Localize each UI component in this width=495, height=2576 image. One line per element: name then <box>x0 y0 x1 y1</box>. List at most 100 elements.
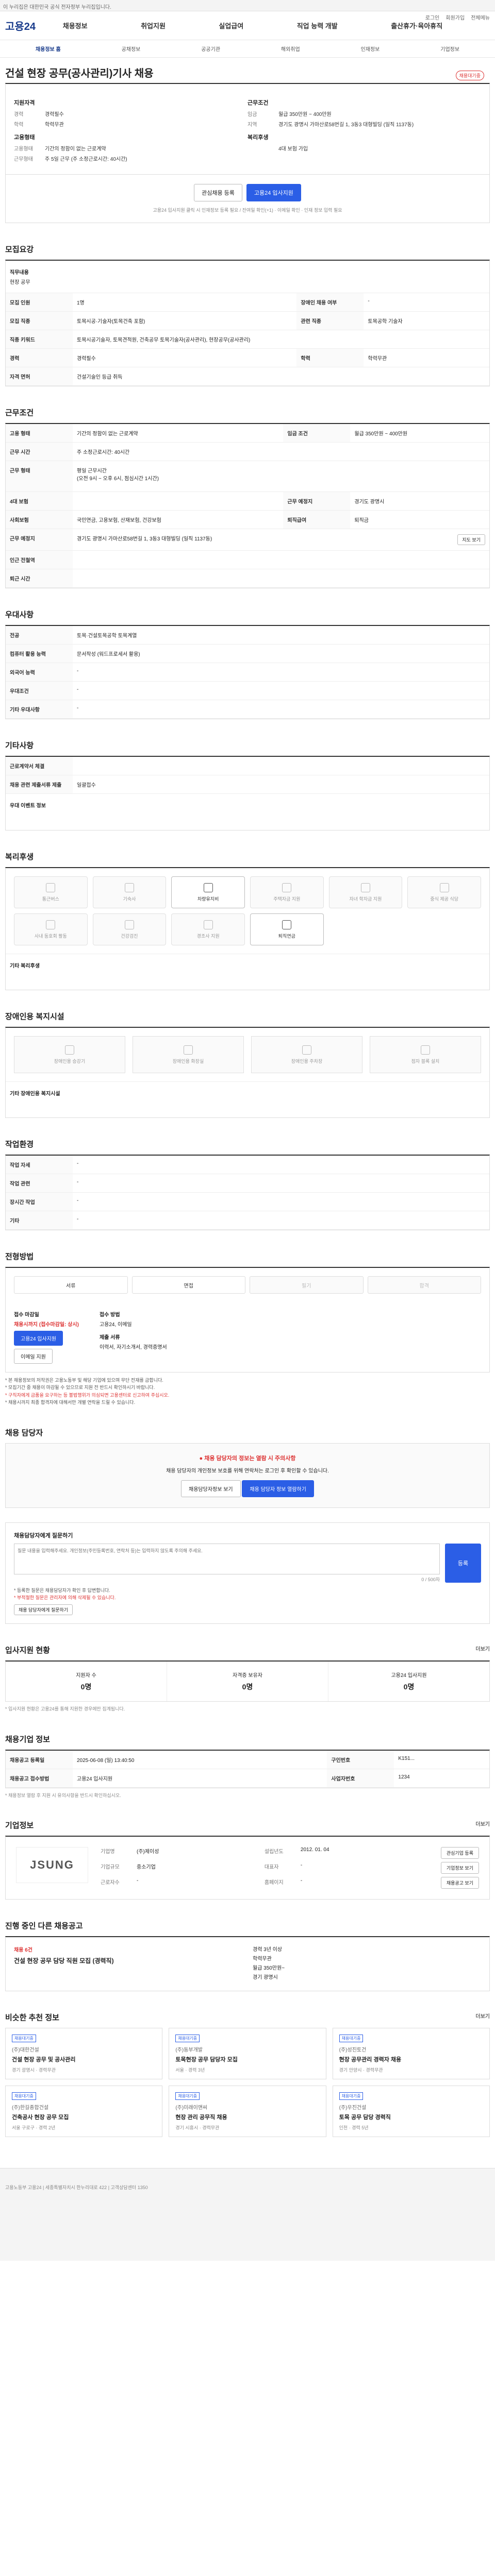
section-title-process: 전형방법 <box>5 1252 34 1261</box>
gnb-item-benefits[interactable]: 실업급여 <box>219 21 243 30</box>
all-menu-button[interactable]: 전체메뉴 <box>471 13 490 21</box>
table-cell: - <box>73 681 489 700</box>
gnb-item-jobs[interactable]: 채용정보 <box>63 21 88 30</box>
signup-link[interactable]: 회원가입 <box>446 13 465 21</box>
recommend-more-link[interactable]: 더보기 <box>475 2012 490 2020</box>
status-cell: 자격증 보유자 0명 <box>167 1662 328 1702</box>
status-label: 고용24 입사지원 <box>391 1673 427 1679</box>
email-apply-button[interactable]: 이메일 지원 <box>14 1349 53 1364</box>
gift-icon <box>203 920 213 929</box>
alert-icon: ● <box>199 1455 203 1462</box>
posting-title: 건설 현장 공무(공사관리)기사 채용 <box>5 68 154 79</box>
card-title: 토목현장 공무 담당자 모집 <box>175 2057 238 2063</box>
disability-item: 점자 블록 설치 <box>370 1036 481 1073</box>
other-job-meta: 경력 3년 이상 학력무관 월급 350만원~ 경기 광명시 <box>253 1945 481 1982</box>
recommend-card[interactable]: 채용대기중 (주)우진건설 토목 공무 담당 경력직 인천 · 경력 5년 <box>332 2086 490 2138</box>
table-header: 채용공고 등록일 <box>6 1750 73 1769</box>
gnb-item-leave[interactable]: 출산휴가·육아휴직 <box>391 21 442 30</box>
login-link[interactable]: 로그인 <box>425 13 440 21</box>
save-favorite-button[interactable]: 관심채용 등록 <box>194 184 242 201</box>
other-job-card[interactable]: 채용 6건 건설 현장 공무 담당 직원 모집 (경력직) 경력 3년 이상 학… <box>5 1936 490 1992</box>
site-logo[interactable]: 고용24 <box>5 18 36 33</box>
card-company: (주)대한건설 <box>12 2047 39 2054</box>
preference-table: 전공 토목·건설토목공학 토목계열 컴퓨터 활용 능력 문서작성 (워드프로세서 활… <box>6 626 489 719</box>
table-cell: 평일 근무시간 (오전 9시 ~ 오후 6시, 점심시간 1시간) <box>73 461 489 492</box>
disability-extra-label: 기타 장애인용 복지시설 <box>6 1081 489 1117</box>
subnav-item-company[interactable]: 기업정보 <box>440 45 459 53</box>
table-row: 기타 우대사항 - <box>6 700 489 719</box>
welfare-item: 사내 동호회 활동 <box>14 913 88 945</box>
status-label: 자격증 보유자 <box>233 1673 262 1679</box>
card-meta: 서울 구로구 · 경력 2년 <box>12 2125 56 2131</box>
qna-input[interactable] <box>14 1543 440 1574</box>
welfare-item: 퇴직연금 <box>250 913 324 945</box>
recommend-card[interactable]: 채용대기중 (주)한길종합건설 건축공사 현장 공무 모집 서울 구로구 · 경력 2… <box>5 2086 163 2138</box>
process-box: 서류 면접 필기 합격 접수 마감일 채용시까지 (접수마감일: 상시) 고용2… <box>5 1267 490 1372</box>
process-warnings: * 본 채용정보의 저작권은 고용노동부 및 해당 기업에 있으며 무단 전재를… <box>5 1377 490 1406</box>
company-actions: 관심기업 등록 기업정보 보기 채용공고 보기 <box>440 1847 479 1889</box>
subnav-item-overseas[interactable]: 해외취업 <box>281 45 300 53</box>
qna-note: * 부적절한 질문은 관리자에 의해 삭제될 수 있습니다. <box>14 1595 116 1600</box>
docs-value: 이력서, 자기소개서, 경력증명서 <box>99 1345 167 1350</box>
status-value: 0명 <box>242 1683 253 1691</box>
welfare-extra-label: 기타 복리후생 <box>6 954 489 990</box>
summary-label: 임금 <box>248 112 257 117</box>
table-header: 사회보험 <box>6 510 73 529</box>
contact-open-button[interactable]: 채용 담당자 정보 열람하기 <box>242 1480 314 1497</box>
card-tag: 채용대기중 <box>175 2092 200 2100</box>
table-cell: 1명 <box>73 293 297 312</box>
parking-icon <box>302 1045 311 1055</box>
recommend-card[interactable]: 채용대기중 (주)미래이앤씨 현장 관리 공무직 채용 경기 시흥시 · 경력무관 <box>169 2086 326 2138</box>
qna-note: * 등록한 질문은 채용담당자가 확인 후 답변합니다. <box>14 1587 110 1593</box>
recommend-card[interactable]: 채용대기중 (주)성진토건 현장 공무관리 경력자 채용 경기 안양시 · 경력무관 <box>332 2028 490 2080</box>
disability-label: 점자 블록 설치 <box>411 1058 440 1064</box>
company-jobs-button[interactable]: 채용공고 보기 <box>440 1877 479 1889</box>
table-cell <box>73 757 489 775</box>
subnav-item-public-recruit[interactable]: 공채정보 <box>122 45 141 53</box>
section-title-status: 입사지원 현황 더보기 <box>5 1645 490 1655</box>
welfare-label: 사내 동호회 활동 <box>34 933 67 939</box>
table-header: 모집 인원 <box>6 293 73 312</box>
table-row: 근로계약서 체결 <box>6 757 489 775</box>
company-info-button[interactable]: 기업정보 보기 <box>440 1862 479 1874</box>
status-label: 지원자 수 <box>76 1673 96 1679</box>
gnb-item-support[interactable]: 취업지원 <box>141 21 166 30</box>
disability-label: 장애인용 주차장 <box>291 1058 323 1064</box>
subnav-item-home[interactable]: 채용정보 홈 <box>36 45 61 53</box>
company-favorite-button[interactable]: 관심기업 등록 <box>440 1847 479 1859</box>
card-tag: 채용대기중 <box>12 2092 36 2100</box>
table-header: 임금 조건 <box>283 424 351 443</box>
table-cell: 고용24 입사지원 <box>73 1769 327 1788</box>
gnb-item-training[interactable]: 직업 능력 개발 <box>297 21 338 30</box>
site-footer: 고용노동부 고용24 | 세종특별자치시 한누리대로 422 | 고객상담센터 … <box>0 2168 495 2261</box>
section-title-recruit: 모집요강 <box>5 245 34 254</box>
table-row: 컴퓨터 활용 능력 문서작성 (워드프로세서 활용) <box>6 644 489 663</box>
posting-info-table: 채용공고 등록일 2025-06-08 (일) 13:40:50 구인번호 K151.… <box>6 1750 489 1788</box>
qna-submit-button[interactable]: 등록 <box>445 1543 481 1583</box>
table-cell: 토목시공기술자, 토목견적원, 건축공무 토목기술자(공사관리), 현장공무(공… <box>73 330 489 349</box>
recommend-card[interactable]: 채용대기중 (주)동부개발 토목현장 공무 담당자 모집 서울 · 경력 3년 <box>169 2028 326 2080</box>
welfare-item: 경조사 지원 <box>171 913 245 945</box>
summary-label: 경력 <box>14 112 24 117</box>
summary-group-welfare: 복리후생 <box>248 134 269 141</box>
subnav-item-talent[interactable]: 인재정보 <box>361 45 380 53</box>
status-more-link[interactable]: 더보기 <box>475 1645 490 1652</box>
table-cell: - <box>73 1211 489 1230</box>
contact-view-button[interactable]: 채용담당자정보 보기 <box>181 1480 241 1497</box>
qna-link-button[interactable]: 채용 담당자에게 질문하기 <box>14 1604 73 1616</box>
welfare-label: 경조사 지원 <box>196 933 220 939</box>
apply-method-label: 접수 방법 <box>99 1312 120 1318</box>
process-apply-button[interactable]: 고용24 입사지원 <box>14 1331 63 1346</box>
section-title-disability: 장애인용 복지시설 <box>5 1012 64 1021</box>
contact-alert-text: 채용 담당자의 정보는 열람 시 주의사항 <box>204 1455 296 1462</box>
company-more-link[interactable]: 더보기 <box>475 1820 490 1827</box>
apply-button[interactable]: 고용24 입사지원 <box>246 184 301 201</box>
summary-group-qualification: 지원자격 <box>14 100 35 106</box>
subnav-item-public-org[interactable]: 공공기관 <box>201 45 220 53</box>
table-cell: 1234 <box>394 1769 489 1788</box>
map-button[interactable]: 지도 보기 <box>457 534 485 545</box>
table-row: 채용공고 접수방법 고용24 입사지원 사업자번호 1234 <box>6 1769 489 1788</box>
table-cell: 월급 350만원 ~ 400만원 <box>350 424 489 443</box>
recommend-card[interactable]: 채용대기중 (주)대한건설 건설 현장 공무 및 공사관리 경기 광명시 · 경력무관 <box>5 2028 163 2080</box>
braille-icon <box>421 1045 430 1055</box>
